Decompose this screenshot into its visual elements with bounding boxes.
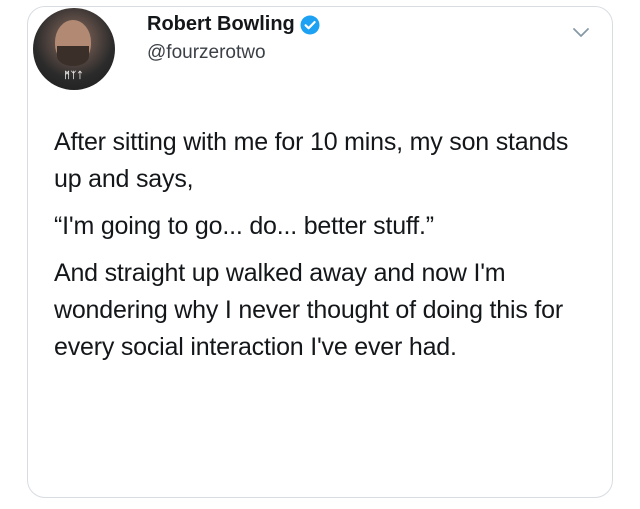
avatar-beard: [57, 46, 89, 66]
verified-badge-icon: [300, 15, 320, 35]
tweet-body: After sitting with me for 10 mins, my so…: [54, 124, 594, 376]
author-handle[interactable]: @fourzerotwo: [147, 42, 266, 64]
chevron-down-icon[interactable]: [572, 26, 590, 40]
author-display-name[interactable]: Robert Bowling: [147, 13, 295, 36]
author-name-row[interactable]: Robert Bowling: [147, 13, 320, 36]
tweet-paragraph: And straight up walked away and now I'm …: [54, 259, 563, 361]
tweet-paragraph: “I'm going to go... do... better stuff.”: [54, 212, 434, 240]
avatar-shirt-text: ᛗᛉᛏ: [64, 70, 84, 80]
tweet-paragraph: After sitting with me for 10 mins, my so…: [54, 128, 569, 193]
avatar[interactable]: ᛗᛉᛏ: [33, 8, 115, 90]
